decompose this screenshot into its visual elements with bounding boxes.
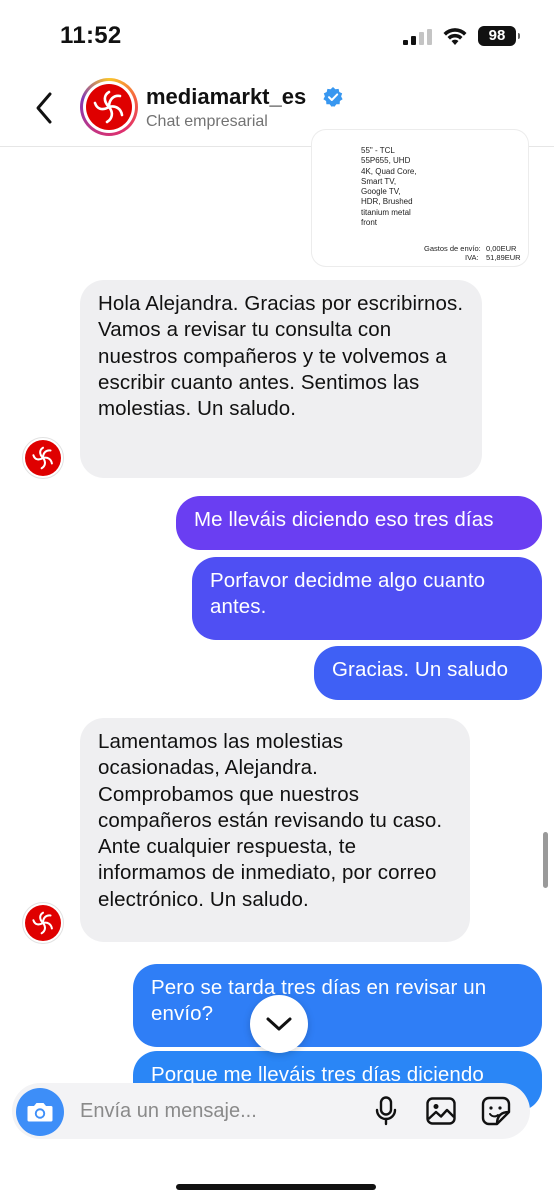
shipping-label: Gastos de envío: (424, 244, 481, 253)
verified-badge-icon (323, 87, 343, 107)
sticker-icon (481, 1096, 511, 1126)
microphone-icon (375, 1096, 397, 1126)
message-input[interactable] (80, 1095, 360, 1127)
gallery-button[interactable] (425, 1095, 457, 1127)
cellular-signal-icon (403, 29, 432, 45)
image-icon (426, 1097, 456, 1125)
contact-name[interactable]: mediamarkt_es (146, 84, 306, 110)
invoice-attachment[interactable]: 55" - TCL 55P655, UHD 4K, Quad Core, Sma… (312, 130, 528, 266)
battery-indicator: 98 (478, 26, 520, 46)
sticker-button[interactable] (480, 1095, 512, 1127)
message-sent[interactable]: Me lleváis diciendo eso tres días (176, 496, 542, 550)
camera-button[interactable] (16, 1088, 64, 1136)
wifi-icon (443, 28, 467, 45)
shipping-value: 0,00EUR (486, 244, 517, 253)
status-time: 11:52 (60, 22, 122, 49)
back-chevron-icon[interactable] (30, 90, 60, 126)
voice-message-button[interactable] (370, 1095, 402, 1127)
mediamarkt-logo-icon (86, 84, 132, 130)
message-sent[interactable]: Gracias. Un saludo (314, 646, 542, 700)
message-sent[interactable]: Pero se tarda tres días en revisar un en… (133, 964, 542, 1047)
scroll-indicator[interactable] (543, 832, 548, 888)
sender-avatar (22, 902, 64, 944)
message-received[interactable]: Lamentamos las molestias ocasionadas, Al… (80, 718, 470, 942)
vat-value: 51,89EUR (486, 253, 521, 262)
message-received[interactable]: Hola Alejandra. Gracias por escribirnos.… (80, 280, 482, 478)
vat-label: IVA: (465, 253, 479, 262)
mediamarkt-logo-icon (25, 440, 61, 476)
chevron-down-icon (266, 1017, 292, 1031)
message-sent[interactable]: Porfavor decidme algo cuanto antes. (192, 557, 542, 640)
camera-icon (27, 1103, 53, 1122)
profile-avatar[interactable] (80, 78, 138, 136)
mediamarkt-logo-icon (25, 905, 61, 941)
scroll-to-bottom-button[interactable] (250, 995, 308, 1053)
invoice-product: 55" - TCL 55P655, UHD 4K, Quad Core, Sma… (361, 146, 417, 228)
contact-subtitle: Chat empresarial (146, 113, 268, 130)
sender-avatar (22, 437, 64, 479)
home-indicator (176, 1184, 376, 1190)
